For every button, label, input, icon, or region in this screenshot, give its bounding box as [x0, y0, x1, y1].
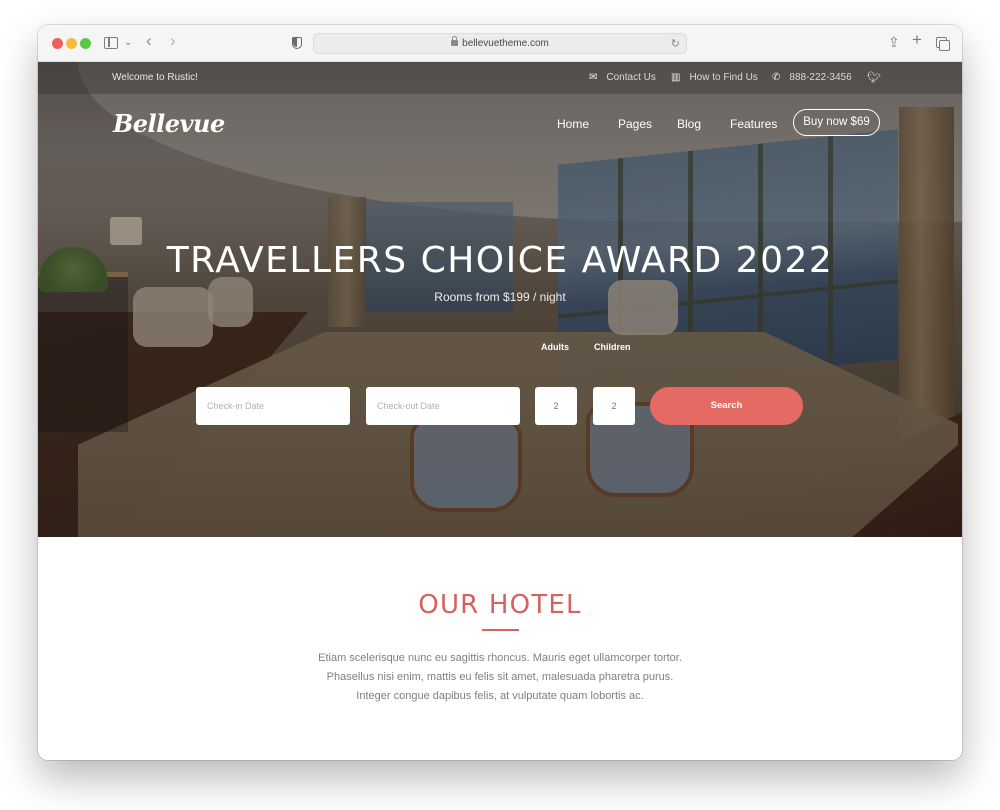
sidebar-icon[interactable] — [104, 37, 118, 49]
forward-icon[interactable]: › — [170, 32, 176, 49]
nav-blog[interactable]: Blog — [677, 117, 701, 131]
chevron-down-icon[interactable]: ⌄ — [124, 36, 132, 50]
nav-pages[interactable]: Pages — [618, 117, 652, 131]
url-display: bellevuetheme.com — [314, 36, 686, 49]
url-text: bellevuetheme.com — [462, 38, 549, 49]
twitter-icon[interactable]: 🐦︎ — [867, 71, 881, 84]
section-description: Etiam scelerisque nunc eu sagittis rhonc… — [38, 649, 962, 706]
how-to-find-us-label: How to Find Us — [689, 72, 758, 83]
children-label: Children — [594, 342, 631, 352]
contact-us-link[interactable]: ✉ Contact Us — [589, 72, 656, 83]
shield-icon[interactable] — [292, 37, 302, 49]
maximize-window-button[interactable] — [80, 38, 91, 49]
minimize-window-button[interactable] — [66, 38, 77, 49]
info-bar: Welcome to Rustic! ✉ Contact Us ▥ How to F… — [38, 62, 962, 94]
check-in-date-input[interactable]: Check-in Date — [196, 387, 350, 425]
children-input[interactable]: 2 — [593, 387, 635, 425]
adults-label: Adults — [541, 342, 569, 352]
map-icon: ▥ — [671, 72, 681, 83]
hero-subtitle: Rooms from $199 / night — [434, 290, 566, 304]
adults-input[interactable]: 2 — [535, 387, 577, 425]
reload-icon[interactable]: ↻ — [671, 37, 680, 50]
section-divider — [482, 629, 519, 631]
hero-section: Welcome to Rustic! ✉ Contact Us ▥ How to F… — [38, 62, 962, 537]
browser-window: ⌄ ‹ › bellevuetheme.com ↻ ⇪ + Welcome to… — [38, 25, 962, 760]
share-icon[interactable]: ⇪ — [888, 35, 900, 49]
description-line: Phasellus nisi enim, mattis eu felis sit… — [326, 671, 674, 683]
phone-icon: ✆ — [772, 72, 781, 83]
hero-title: TRAVELLERS CHOICE AWARD 2022 — [166, 240, 834, 281]
envelope-icon: ✉ — [589, 72, 598, 83]
welcome-text: Welcome to Rustic! — [112, 72, 198, 83]
back-icon[interactable]: ‹ — [146, 32, 152, 49]
new-tab-icon[interactable]: + — [912, 31, 922, 48]
close-window-button[interactable] — [52, 38, 63, 49]
lock-icon — [451, 36, 459, 46]
tabs-overview-icon[interactable] — [936, 37, 950, 51]
browser-toolbar: ⌄ ‹ › bellevuetheme.com ↻ ⇪ + — [38, 25, 962, 62]
nav-home[interactable]: Home — [557, 117, 589, 131]
logo[interactable]: Bellevue — [113, 109, 225, 138]
buy-now-button[interactable]: Buy now $69 — [793, 109, 880, 136]
address-bar[interactable]: bellevuetheme.com ↻ — [313, 33, 687, 54]
section-title: OUR HOTEL — [418, 590, 582, 620]
nav-features[interactable]: Features — [730, 117, 777, 131]
phone-number: 888-222-3456 — [789, 72, 852, 83]
phone-link[interactable]: ✆ 888-222-3456 — [772, 72, 852, 83]
description-line: Etiam scelerisque nunc eu sagittis rhonc… — [318, 652, 682, 664]
description-line: Integer congue dapibus felis, at vulputa… — [356, 690, 644, 702]
check-out-date-input[interactable]: Check-out Date — [366, 387, 520, 425]
search-button[interactable]: Search — [650, 387, 803, 425]
contact-us-label: Contact Us — [606, 72, 656, 83]
how-to-find-us-link[interactable]: ▥ How to Find Us — [671, 72, 758, 83]
